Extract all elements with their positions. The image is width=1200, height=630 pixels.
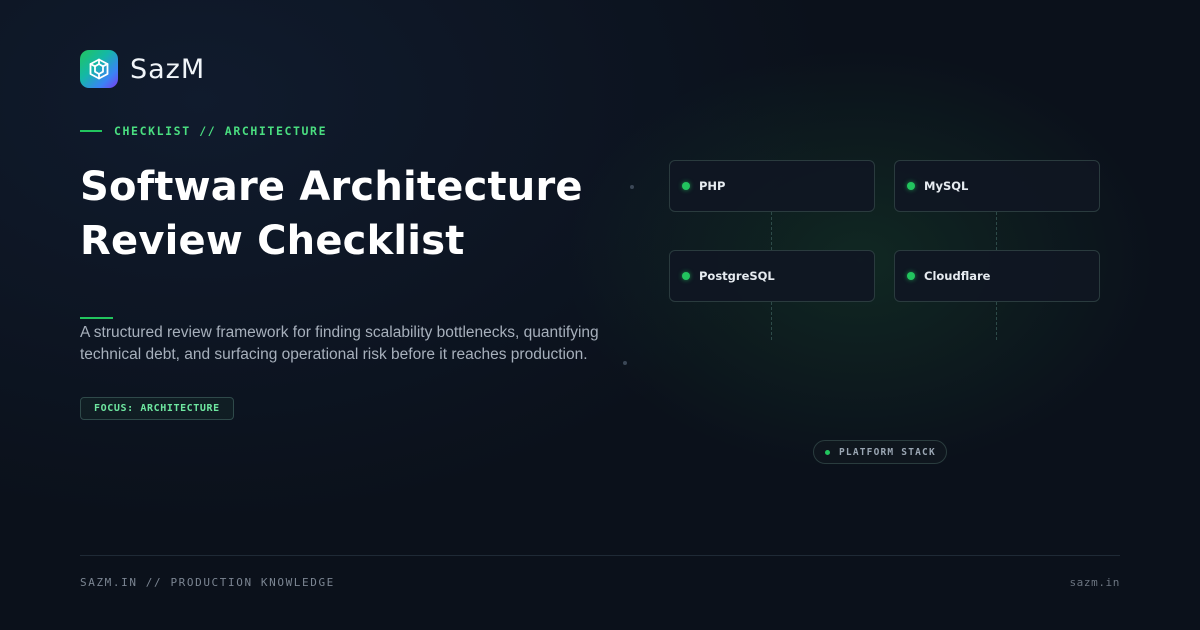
platform-stack-label: PLATFORM STACK [839,446,936,458]
accent-divider [80,317,113,319]
stack-card-php: PHP [669,160,875,212]
eyebrow-text: CHECKLIST // ARCHITECTURE [114,124,328,138]
connector-line [996,212,997,250]
brand[interactable]: SazM [80,50,205,88]
focus-badge: FOCUS: ARCHITECTURE [80,397,234,420]
description: A structured review framework for findin… [80,324,599,363]
eyebrow: CHECKLIST // ARCHITECTURE [80,124,327,138]
platform-stack-badge: PLATFORM STACK [813,440,947,464]
sparkle-dot [623,361,627,365]
footer-tagline: SAZM.IN // PRODUCTION KNOWLEDGE [80,576,335,589]
connector-line [771,212,772,250]
stack-card-mysql: MySQL [894,160,1100,212]
status-dot-icon [907,182,915,190]
stack-card-label: MySQL [924,179,969,193]
connector-line [771,302,772,340]
stack-card-label: PHP [699,179,726,193]
stack-card-label: PostgreSQL [699,269,775,283]
stack-card-postgresql: PostgreSQL [669,250,875,302]
page-title-line-2: Review Checklist [80,218,465,264]
page-title-line-1: Software Architecture [80,164,583,210]
page-title: Software Architecture Review Checklist [80,160,640,268]
brand-name: SazM [130,53,206,85]
sparkle-dot [630,185,634,189]
connector-line [996,302,997,340]
stack-card-cloudflare: Cloudflare [894,250,1100,302]
footer-site-link[interactable]: sazm.in [1069,576,1120,589]
eyebrow-line [80,130,102,132]
status-dot-icon [682,272,690,280]
status-dot-icon [825,449,830,455]
stack-card-label: Cloudflare [924,269,991,283]
status-dot-icon [907,272,915,280]
footer-divider [80,555,1120,556]
sazm-logo-icon [80,50,118,88]
status-dot-icon [682,182,690,190]
